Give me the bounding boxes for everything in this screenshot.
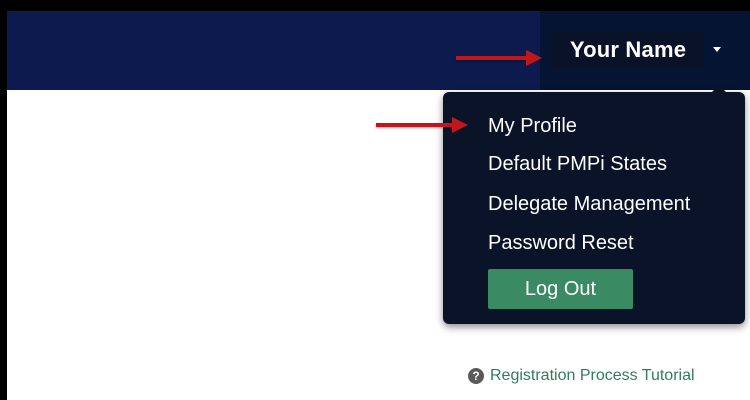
top-navigation-bar: Your Name — [7, 11, 750, 90]
arrow-head — [452, 117, 468, 133]
question-circle-icon: ? — [468, 368, 484, 384]
arrow-shaft — [456, 56, 528, 60]
tutorial-link-text[interactable]: Registration Process Tutorial — [490, 366, 695, 386]
menu-item-delegate-management[interactable]: Delegate Management — [488, 192, 690, 216]
user-dropdown-menu: My Profile Default PMPi States Delegate … — [443, 92, 745, 324]
user-menu-toggle[interactable]: Your Name — [552, 31, 704, 69]
arrow-shaft — [376, 123, 454, 127]
menu-item-password-reset[interactable]: Password Reset — [488, 231, 634, 255]
arrow-head — [526, 50, 542, 66]
caret-down-icon[interactable] — [713, 47, 721, 52]
registration-tutorial-link[interactable]: ? Registration Process Tutorial — [468, 366, 695, 386]
menu-item-my-profile[interactable]: My Profile — [488, 114, 577, 138]
menu-item-default-pmpi-states[interactable]: Default PMPi States — [488, 152, 667, 176]
log-out-button[interactable]: Log Out — [488, 269, 633, 309]
app-window: Your Name My Profile Default PMPi States… — [7, 11, 750, 400]
